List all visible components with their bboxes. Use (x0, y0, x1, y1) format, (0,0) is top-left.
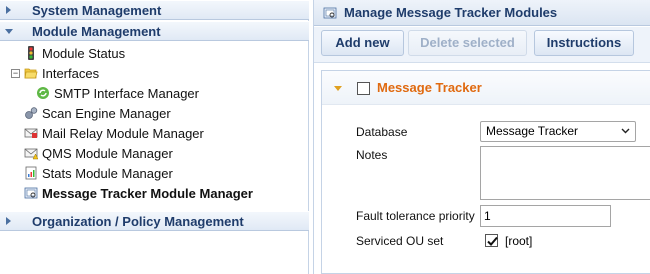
module-panel: Message Tracker Database Message Tracker… (321, 70, 650, 274)
ou-root-checkbox[interactable] (485, 234, 498, 247)
module-select-checkbox[interactable] (357, 82, 370, 95)
expanded-arrow-icon (5, 29, 13, 34)
section-label: System Management (32, 3, 162, 18)
message-tracker-icon (24, 187, 38, 199)
database-label: Database (356, 125, 408, 139)
smtp-refresh-icon (37, 87, 49, 99)
section-system-management[interactable]: System Management (0, 0, 309, 20)
database-select[interactable]: Message Tracker (480, 121, 636, 142)
tree-item-scan-engine-manager[interactable]: Scan Engine Manager (24, 105, 171, 123)
qms-warning-mail-icon (24, 148, 38, 160)
collapsed-arrow-icon (6, 217, 11, 225)
folder-open-icon (24, 68, 38, 79)
module-header[interactable]: Message Tracker (322, 71, 650, 105)
section-label: Organization / Policy Management (32, 214, 244, 229)
chevron-down-icon (621, 128, 630, 134)
stats-document-icon (25, 166, 37, 180)
message-tracker-icon (323, 7, 337, 19)
serviced-ou-label: Serviced OU set (356, 234, 444, 248)
checkmark-icon (487, 236, 498, 246)
panel-title-bar: Manage Message Tracker Modules (314, 0, 650, 26)
tree-item-qms-module-manager[interactable]: QMS Module Manager (24, 145, 173, 163)
collapsed-arrow-icon (6, 6, 11, 14)
delete-selected-button[interactable]: Delete selected (408, 30, 527, 56)
navigation-pane: System Management Module Management Modu… (0, 0, 309, 274)
gears-icon (25, 107, 38, 119)
section-organization-policy-management[interactable]: Organization / Policy Management (0, 211, 309, 231)
page-title: Manage Message Tracker Modules (344, 5, 558, 20)
expanded-arrow-icon[interactable] (334, 86, 342, 91)
mail-relay-icon (24, 128, 38, 138)
toolbar: Add new Delete selected Instructions (314, 27, 650, 63)
section-module-management[interactable]: Module Management (0, 21, 309, 41)
fault-tolerance-input[interactable]: 1 (480, 205, 611, 227)
tree-item-stats-module-manager[interactable]: Stats Module Manager (24, 165, 173, 183)
ou-root-label: [root] (505, 234, 533, 248)
tree-item-mail-relay-module-manager[interactable]: Mail Relay Module Manager (24, 125, 204, 143)
tree-item-module-status[interactable]: Module Status (24, 45, 125, 63)
add-new-button[interactable]: Add new (321, 30, 404, 56)
tree-item-message-tracker-module-manager[interactable]: Message Tracker Module Manager (24, 185, 253, 203)
tree-collapse-toggle[interactable]: − (11, 69, 20, 78)
database-selected-value: Message Tracker (486, 124, 579, 138)
fault-tolerance-label: Fault tolerance priority (356, 209, 475, 223)
content-pane: Manage Message Tracker Modules Add new D… (313, 0, 650, 274)
module-title: Message Tracker (377, 80, 482, 95)
tree-item-interfaces[interactable]: Interfaces (24, 65, 99, 83)
tree-item-smtp-interface-manager[interactable]: SMTP Interface Manager (36, 85, 199, 103)
traffic-light-icon (28, 46, 34, 60)
notes-label: Notes (356, 148, 388, 162)
section-label: Module Management (32, 24, 161, 39)
instructions-button[interactable]: Instructions (534, 30, 634, 56)
notes-textarea[interactable] (480, 146, 650, 200)
